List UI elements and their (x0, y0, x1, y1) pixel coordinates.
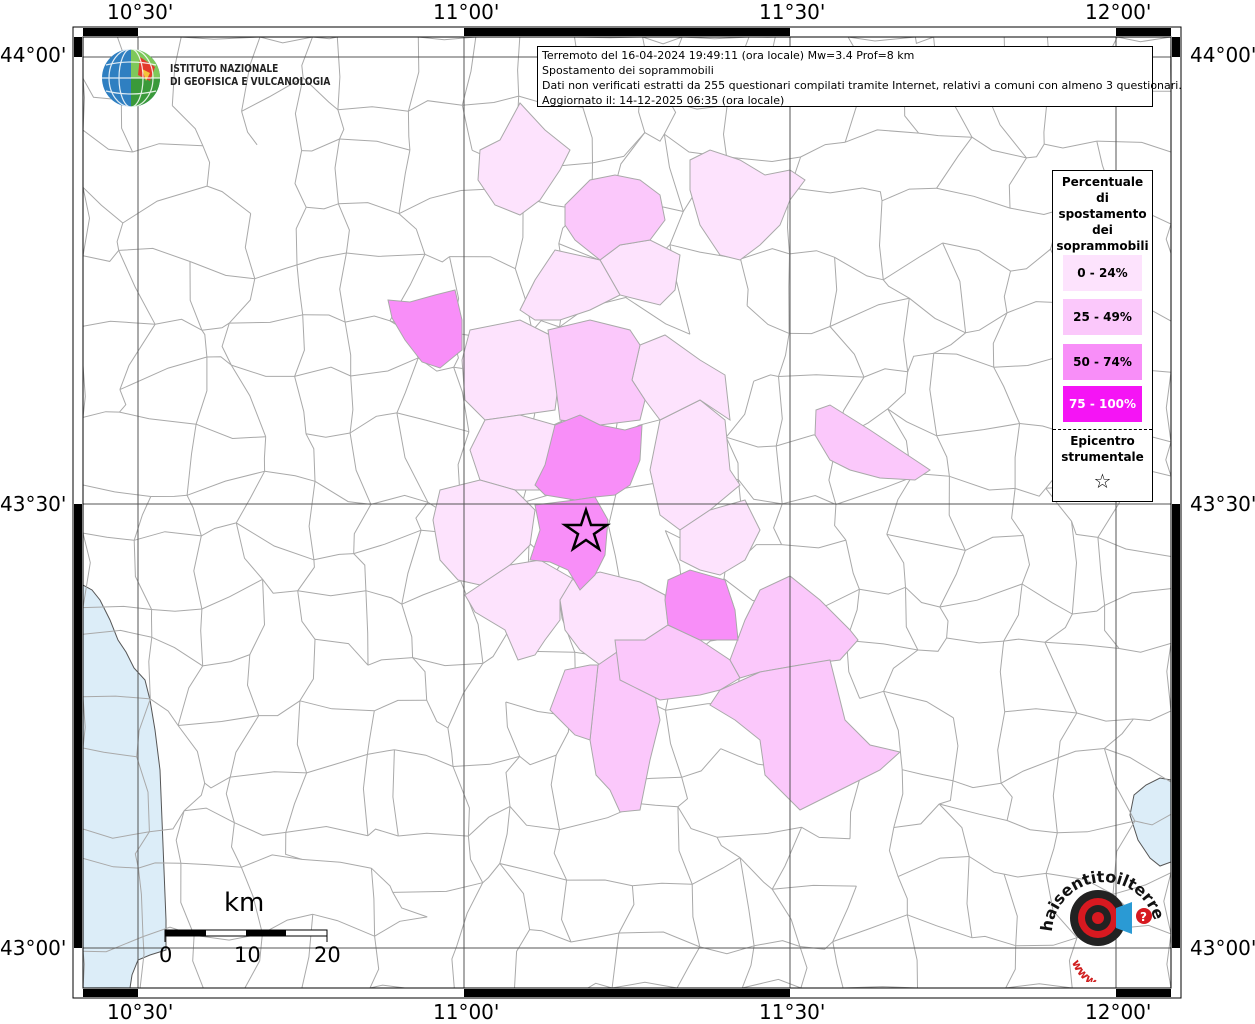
municipal-border-segment (140, 987, 204, 988)
municipal-border-segment (301, 987, 370, 988)
scale-label-10: 10 (234, 943, 261, 967)
event-info-box: Terremoto del 16-04-2024 19:49:11 (ora l… (537, 46, 1182, 107)
lon-label-top-4: 12°00' (1085, 0, 1152, 24)
legend-star-icon: ☆ (1093, 469, 1112, 493)
lat-label-left-2: 43°30' (0, 492, 67, 516)
lon-label-bottom-2: 11°00' (433, 1000, 500, 1024)
legend-class-75-100: 75 - 100% (1063, 386, 1142, 422)
legend-epicenter-label: Epicentro strumentale (1053, 433, 1152, 465)
scale-label-20: 20 (314, 943, 341, 967)
data-disclaimer: Dati non verificati estratti da 255 ques… (542, 79, 1182, 92)
effect-title: Spostamento dei soprammobili (542, 64, 714, 77)
ingv-institute-name: ISTITUTO NAZIONALE DI GEOFISICA E VULCAN… (170, 62, 330, 88)
legend-title: Percentuale di spostamento dei soprammob… (1053, 174, 1152, 254)
legend-title-line: di (1096, 191, 1109, 205)
svg-text:www.: www. (1069, 957, 1101, 982)
municipal-border-segment (404, 987, 455, 988)
update-timestamp: Aggiornato il: 14-12-2025 06:35 (ora loc… (542, 94, 785, 107)
legend-class-label: 25 - 49% (1073, 310, 1132, 324)
lon-label-bottom-4: 12°00' (1085, 1000, 1152, 1024)
event-description: Terremoto del 16-04-2024 19:49:11 (ora l… (542, 49, 915, 62)
lat-label-right-3: 43°00' (1190, 936, 1255, 960)
legend-title-line: dei (1092, 223, 1113, 237)
municipal-border-segment (1170, 253, 1171, 322)
legend-epicenter-line: Epicentro (1070, 434, 1135, 448)
legend-class-0-24: 0 - 24% (1063, 255, 1142, 291)
lat-label-right-2: 43°30' (1190, 492, 1255, 516)
lon-label-top-2: 11°00' (433, 0, 500, 24)
municipal-border-segment (917, 987, 968, 988)
lat-label-left-1: 44°00' (0, 43, 67, 67)
lon-label-top-1: 10°30' (107, 0, 174, 24)
lat-label-left-3: 43°00' (0, 936, 67, 960)
ingv-line2: DI GEOFISICA E VULCANOLOGIA (170, 75, 331, 88)
legend: Percentuale di spostamento dei soprammob… (1052, 170, 1153, 502)
legend-title-line: Percentuale (1061, 175, 1144, 189)
legend-title-line: soprammobili (1056, 239, 1149, 253)
legend-class-label: 75 - 100% (1068, 397, 1137, 411)
legend-epicenter-line: strumentale (1061, 450, 1144, 464)
legend-divider (1053, 429, 1152, 430)
haisentitoilterremoto-logo: haisentitoilterremoto.it www. ? (1032, 862, 1169, 982)
watermark-www: www. (1069, 957, 1101, 982)
legend-class-label: 50 - 74% (1073, 355, 1132, 369)
municipal-border-segment (337, 37, 419, 38)
municipal-border-segment (244, 987, 302, 988)
ingv-line1: ISTITUTO NAZIONALE (170, 62, 279, 75)
svg-text:?: ? (1140, 910, 1147, 924)
municipal-border-segment (933, 37, 1005, 38)
lat-label-right-1: 44°00' (1190, 43, 1255, 67)
lon-label-bottom-3: 11°30' (759, 1000, 826, 1024)
scale-unit: km (224, 888, 265, 918)
legend-title-line: spostamento (1058, 207, 1147, 221)
legend-class-label: 0 - 24% (1077, 266, 1128, 280)
scale-label-0: 0 (159, 943, 173, 967)
ingv-globe-logo (102, 48, 160, 108)
lon-label-bottom-1: 10°30' (107, 1000, 174, 1024)
lon-label-top-3: 11°30' (759, 0, 826, 24)
legend-class-50-74: 50 - 74% (1063, 344, 1142, 380)
municipal-border-segment (83, 255, 84, 327)
legend-class-25-49: 25 - 49% (1063, 299, 1142, 335)
